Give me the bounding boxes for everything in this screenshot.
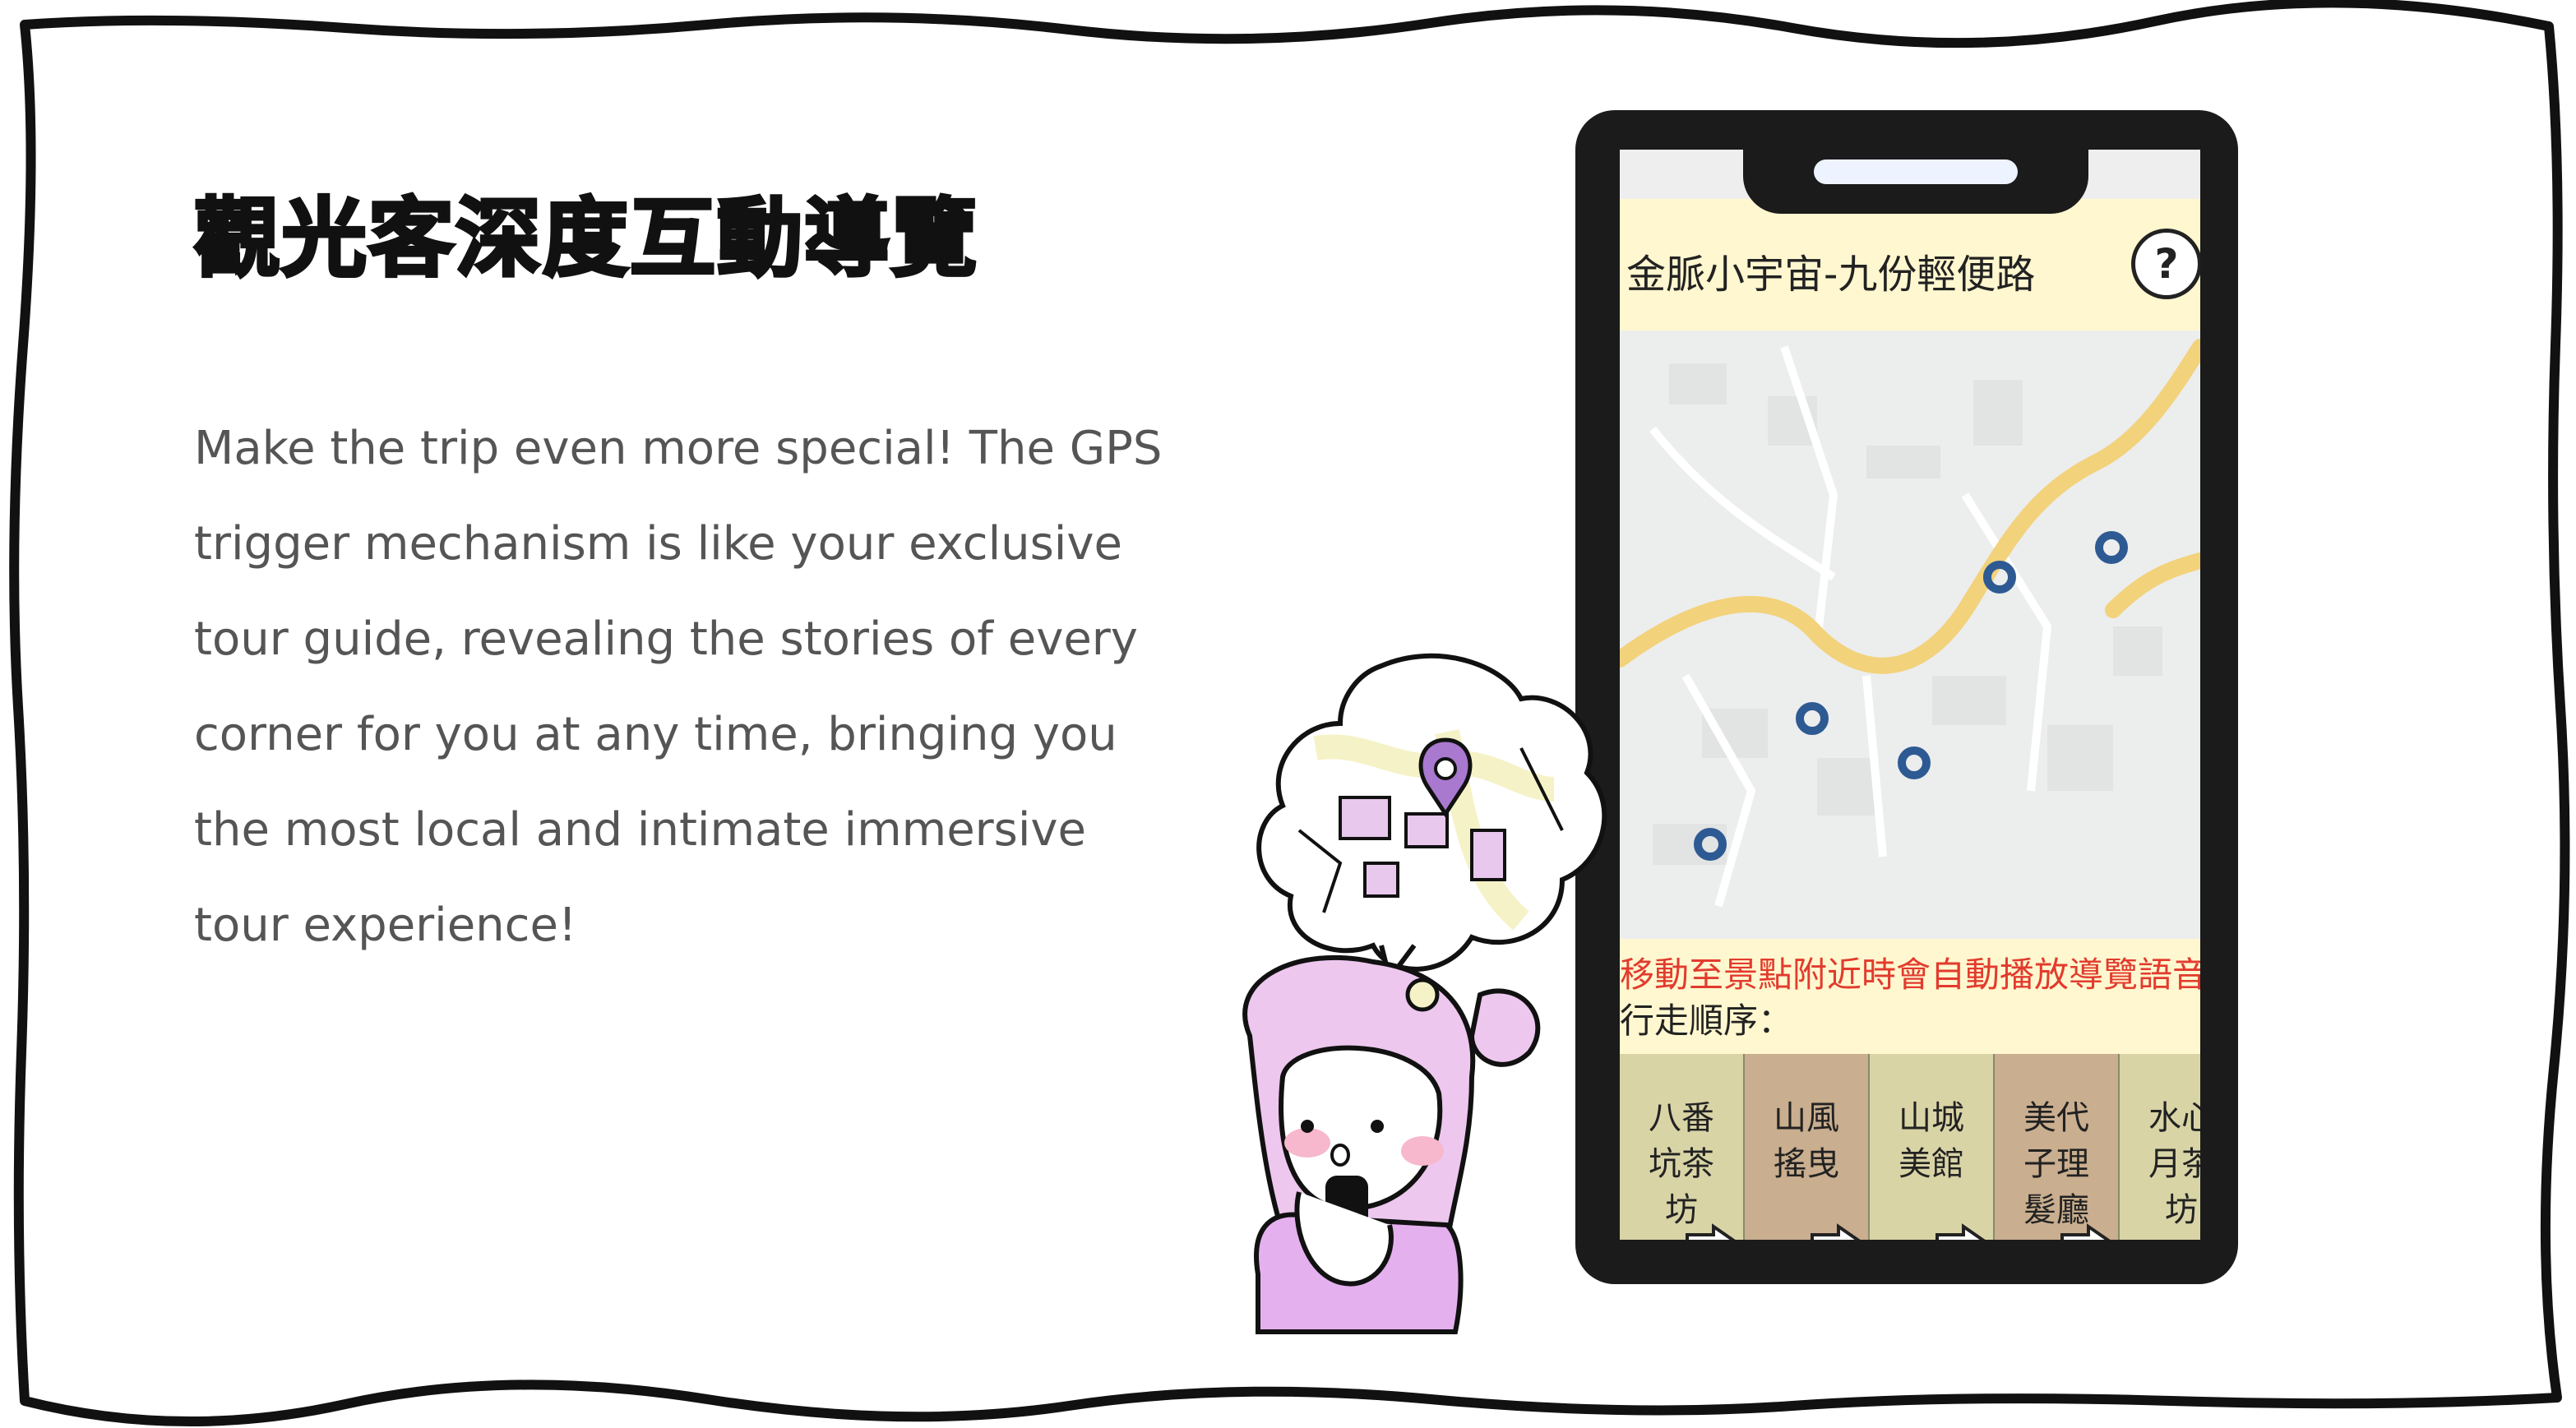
stop-card[interactable]: 山風搖曳 xyxy=(1745,1054,1870,1240)
arrow-right-icon xyxy=(2060,1223,2111,1240)
girl-figure xyxy=(1242,954,1541,1334)
intro-paragraph: Make the trip even more special! The GPS… xyxy=(194,422,1163,952)
page-title: 觀光客深度互動導覽 xyxy=(192,187,979,290)
stop-label: 美代子理髮廳 xyxy=(2023,1099,2089,1229)
arrow-right-icon xyxy=(1935,1223,1986,1240)
girl-illustration xyxy=(1242,653,1607,1334)
question-icon: ? xyxy=(2154,240,2179,288)
stop-label: 山風搖曳 xyxy=(1774,1099,1839,1183)
stop-card[interactable]: 山城美館 xyxy=(1870,1054,1995,1240)
stop-card[interactable]: 水心月茶坊 xyxy=(2120,1054,2200,1240)
app-header: 金脈小宇宙-九份輕便路 ? xyxy=(1620,199,2200,330)
app-title: 金脈小宇宙-九份輕便路 xyxy=(1626,252,2036,298)
phone-speaker xyxy=(1814,159,2018,184)
stop-card[interactable]: 美代子理髮廳 xyxy=(1995,1054,2120,1240)
stop-label: 水心月茶坊 xyxy=(2148,1099,2200,1229)
help-button[interactable]: ? xyxy=(2131,229,2200,299)
phone-notch xyxy=(1743,150,2088,214)
stop-label: 山城美館 xyxy=(1898,1099,1964,1183)
arrow-right-icon xyxy=(1811,1223,1861,1240)
